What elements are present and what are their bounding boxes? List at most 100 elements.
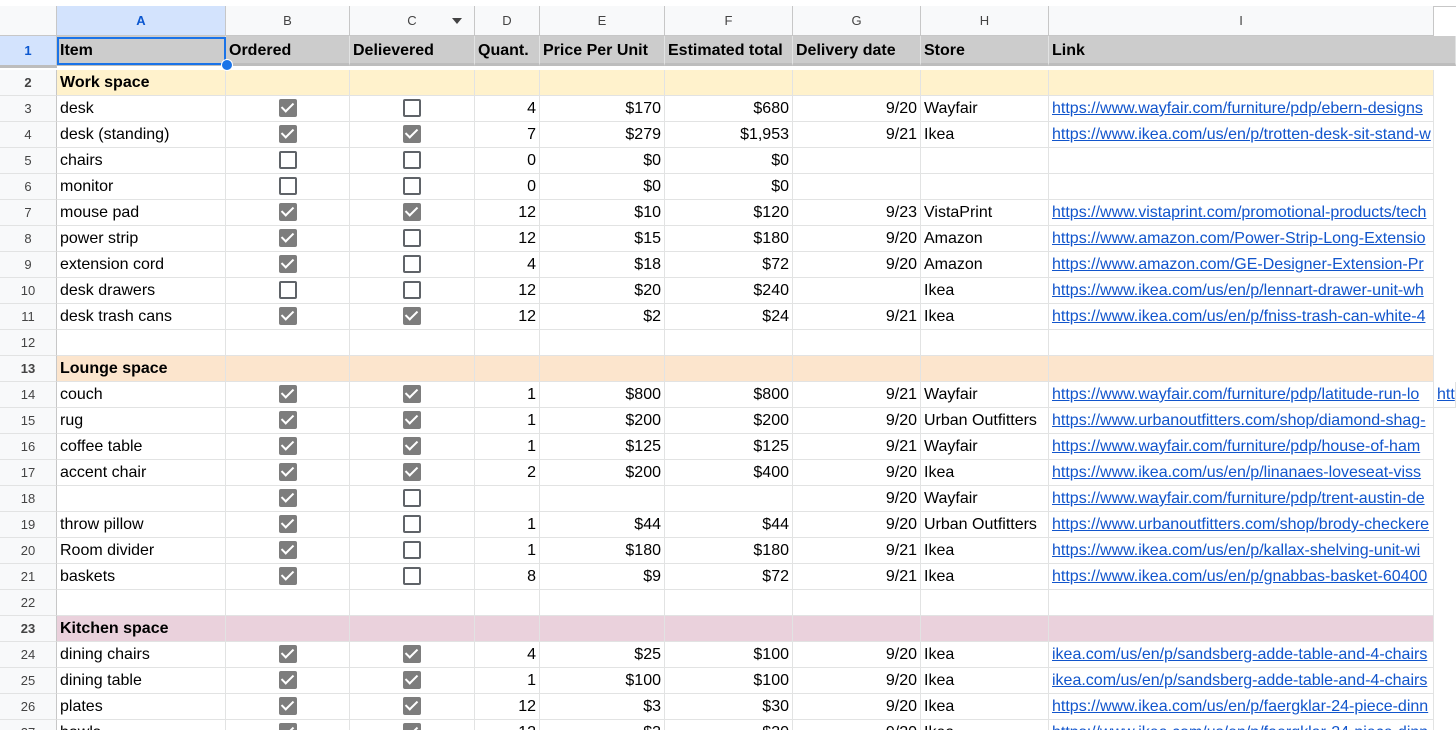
ordered-cell[interactable] bbox=[226, 564, 350, 590]
section-cell[interactable] bbox=[475, 70, 540, 96]
total-cell[interactable]: $24 bbox=[665, 304, 793, 330]
price-cell[interactable] bbox=[540, 486, 665, 512]
row-number[interactable]: 11 bbox=[0, 304, 57, 330]
total-cell[interactable]: $125 bbox=[665, 434, 793, 460]
total-cell[interactable]: $120 bbox=[665, 200, 793, 226]
price-cell[interactable]: $800 bbox=[540, 382, 665, 408]
ordered-cell[interactable] bbox=[226, 486, 350, 512]
section-cell[interactable] bbox=[921, 70, 1049, 96]
section-cell[interactable] bbox=[350, 70, 475, 96]
price-cell[interactable]: $170 bbox=[540, 96, 665, 122]
delivered-checkbox[interactable] bbox=[403, 697, 421, 715]
store-cell[interactable]: VistaPrint bbox=[921, 200, 1049, 226]
row-number[interactable]: 2 bbox=[0, 70, 57, 96]
delivered-checkbox[interactable] bbox=[403, 411, 421, 429]
delivered-checkbox[interactable] bbox=[403, 177, 421, 195]
delivered-checkbox[interactable] bbox=[403, 723, 421, 730]
quant-cell[interactable]: 7 bbox=[475, 122, 540, 148]
item-cell[interactable]: desk (standing) bbox=[57, 122, 226, 148]
item-cell[interactable]: baskets bbox=[57, 564, 226, 590]
link-cell[interactable]: https://www.wayfair.com/furniture/pdp/ho… bbox=[1049, 434, 1434, 460]
row-number[interactable]: 24 bbox=[0, 642, 57, 668]
row-number[interactable]: 6 bbox=[0, 174, 57, 200]
quant-cell[interactable]: 12 bbox=[475, 200, 540, 226]
ordered-checkbox[interactable] bbox=[278, 151, 297, 169]
row-number[interactable]: 18 bbox=[0, 486, 57, 512]
delivered-cell[interactable] bbox=[350, 694, 475, 720]
link-cell[interactable]: https://www.urbanoutfitters.com/shop/bro… bbox=[1049, 512, 1434, 538]
section-cell[interactable] bbox=[226, 70, 350, 96]
section-cell[interactable] bbox=[1049, 616, 1434, 642]
ordered-cell[interactable] bbox=[226, 720, 350, 730]
ordered-cell[interactable] bbox=[226, 278, 350, 304]
item-cell[interactable]: mouse pad bbox=[57, 200, 226, 226]
quant-cell[interactable] bbox=[475, 486, 540, 512]
row-number[interactable]: 13 bbox=[0, 356, 57, 382]
total-cell[interactable]: $72 bbox=[665, 252, 793, 278]
ordered-cell[interactable] bbox=[226, 96, 350, 122]
delivered-cell[interactable] bbox=[350, 304, 475, 330]
row-number[interactable]: 10 bbox=[0, 278, 57, 304]
delivered-cell[interactable] bbox=[350, 564, 475, 590]
row-number[interactable]: 25 bbox=[0, 668, 57, 694]
ordered-cell[interactable] bbox=[226, 642, 350, 668]
date-cell[interactable]: 9/21 bbox=[793, 434, 921, 460]
store-cell[interactable]: Ikea bbox=[921, 668, 1049, 694]
quant-cell[interactable]: 12 bbox=[475, 694, 540, 720]
store-cell[interactable]: Wayfair bbox=[921, 96, 1049, 122]
link-cell[interactable]: https://www.ikea.com/us/en/p/trotten-des… bbox=[1049, 122, 1434, 148]
quant-cell[interactable]: 1 bbox=[475, 408, 540, 434]
store-cell[interactable]: Urban Outfitters bbox=[921, 408, 1049, 434]
empty-cell[interactable] bbox=[540, 590, 665, 616]
price-cell[interactable]: $100 bbox=[540, 668, 665, 694]
date-cell[interactable] bbox=[793, 148, 921, 174]
section-title[interactable]: Lounge space bbox=[57, 356, 226, 382]
ordered-checkbox[interactable] bbox=[278, 281, 297, 299]
delivered-cell[interactable] bbox=[350, 226, 475, 252]
link-cell[interactable]: https://www.ikea.com/us/en/p/kallax-shel… bbox=[1049, 538, 1434, 564]
row-number[interactable]: 19 bbox=[0, 512, 57, 538]
delivered-checkbox[interactable] bbox=[403, 463, 421, 481]
store-cell[interactable]: Ikea bbox=[921, 720, 1049, 730]
item-cell[interactable]: throw pillow bbox=[57, 512, 226, 538]
section-cell[interactable] bbox=[1049, 70, 1434, 96]
section-cell[interactable] bbox=[665, 616, 793, 642]
total-cell[interactable]: $240 bbox=[665, 278, 793, 304]
row-number[interactable]: 14 bbox=[0, 382, 57, 408]
link-cell[interactable]: https://www.ikea.com/us/en/p/gnabbas-bas… bbox=[1049, 564, 1434, 590]
price-cell[interactable]: $3 bbox=[540, 694, 665, 720]
store-cell[interactable]: Amazon bbox=[921, 226, 1049, 252]
ordered-checkbox[interactable] bbox=[278, 541, 297, 559]
total-cell[interactable]: $72 bbox=[665, 564, 793, 590]
delivered-checkbox[interactable] bbox=[403, 541, 421, 559]
section-cell[interactable] bbox=[1049, 356, 1434, 382]
quant-cell[interactable]: 4 bbox=[475, 96, 540, 122]
delivered-cell[interactable] bbox=[350, 642, 475, 668]
ordered-cell[interactable] bbox=[226, 694, 350, 720]
ordered-cell[interactable] bbox=[226, 538, 350, 564]
section-cell[interactable] bbox=[665, 356, 793, 382]
price-cell[interactable]: $0 bbox=[540, 174, 665, 200]
delivered-checkbox[interactable] bbox=[403, 125, 421, 143]
ordered-cell[interactable] bbox=[226, 304, 350, 330]
row-number[interactable]: 26 bbox=[0, 694, 57, 720]
ordered-checkbox[interactable] bbox=[278, 437, 297, 455]
delivered-cell[interactable] bbox=[350, 512, 475, 538]
total-cell[interactable]: $1,953 bbox=[665, 122, 793, 148]
date-cell[interactable]: 9/20 bbox=[793, 408, 921, 434]
row-number[interactable]: 22 bbox=[0, 590, 57, 616]
total-cell[interactable]: $800 bbox=[665, 382, 793, 408]
link-cell[interactable]: https://www.wayfair.com/furniture/pdp/la… bbox=[1049, 382, 1434, 408]
ordered-checkbox[interactable] bbox=[278, 463, 297, 481]
item-cell[interactable]: couch bbox=[57, 382, 226, 408]
empty-cell[interactable] bbox=[665, 590, 793, 616]
column-header-g[interactable]: G bbox=[793, 6, 921, 36]
date-cell[interactable]: 9/21 bbox=[793, 382, 921, 408]
delivered-cell[interactable] bbox=[350, 122, 475, 148]
total-cell[interactable]: $680 bbox=[665, 96, 793, 122]
total-cell[interactable]: $0 bbox=[665, 148, 793, 174]
ordered-cell[interactable] bbox=[226, 512, 350, 538]
delivered-cell[interactable] bbox=[350, 486, 475, 512]
ordered-cell[interactable] bbox=[226, 434, 350, 460]
delivered-checkbox[interactable] bbox=[403, 515, 421, 533]
